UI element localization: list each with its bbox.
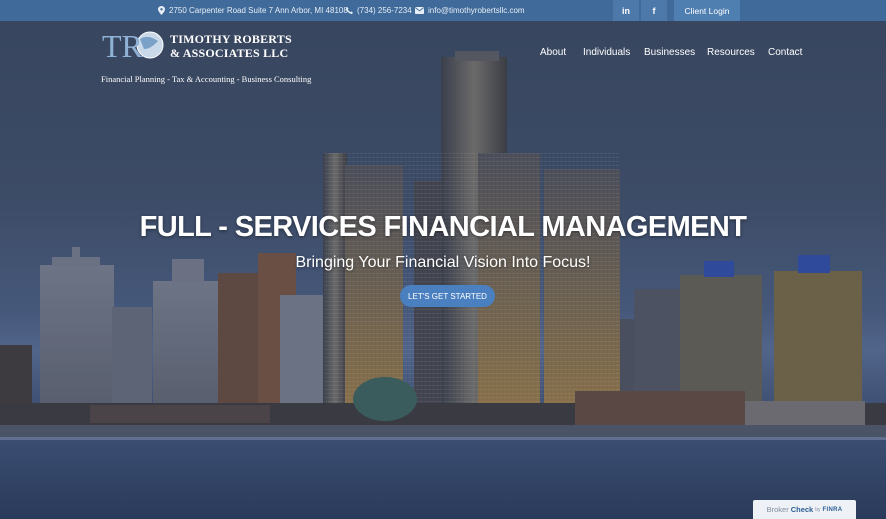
hero-section: TR TIMOTHY ROBERTS & ASSOCIATES LLC Fina…	[0, 21, 886, 519]
phone-item[interactable]: (734) 256-7234	[346, 0, 412, 21]
top-bar: 2750 Carpenter Road Suite 7 Ann Arbor, M…	[0, 0, 886, 21]
brokercheck-by-text: by	[815, 506, 821, 513]
client-login-button[interactable]: Client Login	[674, 0, 740, 21]
nav-item-individuals[interactable]: Individuals	[583, 47, 630, 58]
linkedin-label: in	[622, 5, 630, 16]
get-started-button[interactable]: LET'S GET STARTED	[400, 285, 495, 307]
facebook-label: f	[652, 5, 656, 16]
email-item[interactable]: info@timothyrobertsllc.com	[415, 0, 525, 21]
address-text: 2750 Carpenter Road Suite 7 Ann Arbor, M…	[169, 6, 348, 15]
brokercheck-check-text: Check	[790, 505, 814, 514]
nav-item-businesses[interactable]: Businesses	[644, 47, 695, 58]
envelope-icon	[415, 7, 424, 14]
address-item: 2750 Carpenter Road Suite 7 Ann Arbor, M…	[158, 0, 348, 21]
get-started-label: LET'S GET STARTED	[408, 291, 487, 301]
phone-text: (734) 256-7234	[357, 6, 412, 15]
nav-item-about[interactable]: About	[540, 47, 566, 58]
brokercheck-badge[interactable]: Broker Check by FINRA	[753, 500, 856, 519]
main-nav: About Individuals Businesses Resources C…	[0, 47, 886, 61]
email-text: info@timothyrobertsllc.com	[428, 6, 525, 15]
company-name-line1: TIMOTHY ROBERTS	[170, 32, 292, 46]
hero-headline: FULL - SERVICES FINANCIAL MANAGEMENT	[139, 211, 747, 243]
facebook-icon[interactable]: f	[641, 0, 667, 21]
brokercheck-broker-text: Broker	[766, 505, 789, 514]
nav-item-resources[interactable]: Resources	[707, 47, 755, 58]
nav-item-contact[interactable]: Contact	[768, 47, 802, 58]
map-pin-icon	[158, 6, 165, 15]
linkedin-icon[interactable]: in	[613, 0, 639, 21]
company-tagline: Financial Planning - Tax & Accounting - …	[101, 74, 312, 84]
brokercheck-finra-text: FINRA	[822, 506, 843, 513]
client-login-label: Client Login	[684, 5, 730, 16]
phone-icon	[346, 7, 353, 14]
hero-subheadline: Bringing Your Financial Vision Into Focu…	[295, 254, 591, 271]
